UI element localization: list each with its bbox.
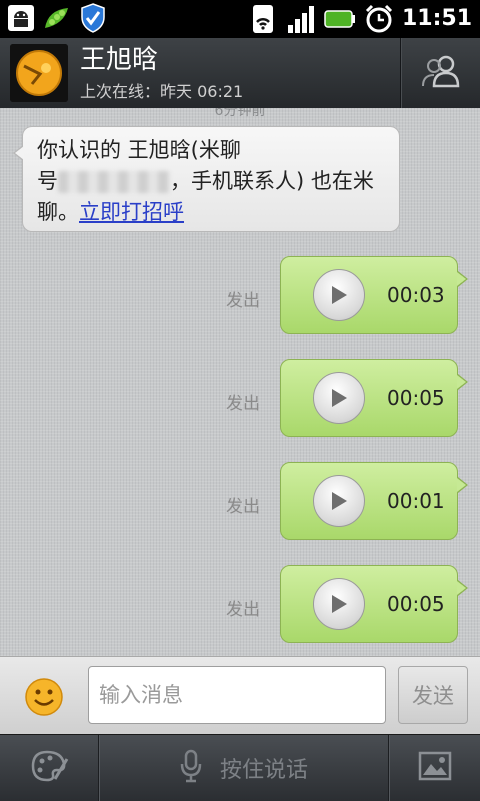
voice-duration: 00:03 <box>387 283 445 307</box>
battery-icon <box>324 4 356 34</box>
play-icon[interactable] <box>313 269 365 321</box>
message-input-bar: 发送 <box>0 656 480 735</box>
avatar[interactable] <box>10 44 68 102</box>
toolbar-divider <box>388 735 389 801</box>
microphone-icon <box>180 749 202 787</box>
alarm-icon <box>364 4 394 34</box>
toolbar-divider <box>98 735 99 801</box>
android-debug-icon <box>6 3 36 33</box>
smiley-icon <box>24 678 64 721</box>
say-hello-link[interactable]: 立即打招呼 <box>79 200 184 224</box>
contact-name: 王旭晗 <box>80 45 159 75</box>
status-bar: 11:51 <box>0 0 480 38</box>
play-icon[interactable] <box>313 578 365 630</box>
blurred-account-id <box>58 171 170 193</box>
sent-status: 发出 <box>226 600 260 620</box>
wifi-icon <box>248 4 278 34</box>
voice-duration: 00:01 <box>387 489 445 513</box>
system-message-line1: 你认识的 王旭晗(米聊 <box>37 138 241 162</box>
bottom-toolbar: 按住说话 <box>0 734 480 801</box>
chat-area[interactable]: 6分钟前 你认识的 王旭晗(米聊 号 ，手机联系人) 也在米 聊。立即打招呼 发出… <box>0 108 480 656</box>
voice-message-bubble[interactable]: 00:01 <box>280 462 468 540</box>
sent-status: 发出 <box>226 497 260 517</box>
last-online-status: 上次在线：昨天 06:21 <box>80 82 244 101</box>
voice-message-row: 发出 00:03 <box>0 256 480 336</box>
contact-profile-button[interactable] <box>402 38 480 108</box>
send-image-button[interactable] <box>390 735 480 801</box>
voice-message-row: 发出 00:01 <box>0 462 480 542</box>
system-message-line2-suffix: ，手机联系人) 也在米 <box>170 169 374 193</box>
pea-pod-icon <box>42 3 72 33</box>
palette-icon <box>29 749 69 787</box>
voice-duration: 00:05 <box>387 592 445 616</box>
sent-status: 发出 <box>226 394 260 414</box>
hold-to-talk-label: 按住说话 <box>219 758 308 783</box>
chat-header: 王旭晗 上次在线：昨天 06:21 <box>0 38 480 109</box>
header-divider <box>400 38 401 108</box>
system-message-line2-prefix: 号 <box>37 169 58 193</box>
message-input[interactable] <box>88 666 386 724</box>
image-icon <box>418 751 452 785</box>
voice-message-row: 发出 00:05 <box>0 565 480 645</box>
voice-message-row: 发出 00:05 <box>0 359 480 439</box>
voice-duration: 00:05 <box>387 386 445 410</box>
voice-message-bubble[interactable]: 00:05 <box>280 359 468 437</box>
play-icon[interactable] <box>313 475 365 527</box>
contacts-icon <box>419 53 463 93</box>
voice-message-bubble[interactable]: 00:03 <box>280 256 468 334</box>
signal-icon <box>286 4 316 34</box>
status-time: 11:51 <box>401 6 472 31</box>
sent-status: 发出 <box>226 291 260 311</box>
system-message-line3-prefix: 聊。 <box>37 200 79 224</box>
voice-message-bubble[interactable]: 00:05 <box>280 565 468 643</box>
hold-to-talk-button[interactable]: 按住说话 <box>100 735 388 801</box>
play-icon[interactable] <box>313 372 365 424</box>
shield-check-icon <box>78 3 108 33</box>
message-timestamp: 6分钟前 <box>214 108 266 119</box>
system-message-bubble: 你认识的 王旭晗(米聊 号 ，手机联系人) 也在米 聊。立即打招呼 <box>13 126 400 232</box>
emoji-button[interactable] <box>24 677 64 717</box>
doodle-button[interactable] <box>0 735 98 801</box>
send-button[interactable]: 发送 <box>398 666 468 724</box>
